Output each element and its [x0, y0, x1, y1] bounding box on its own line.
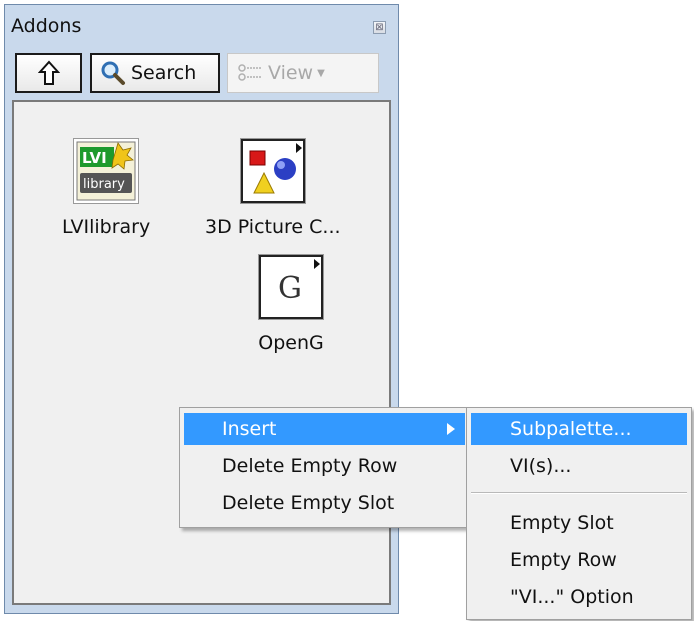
3d-picture-icon [239, 138, 306, 204]
up-arrow-icon [37, 60, 60, 85]
submenu-arrow-icon [447, 423, 455, 435]
menu-separator [471, 492, 687, 494]
submenu-item-vis[interactable]: VI(s)... [471, 450, 687, 482]
submenu-item-empty-row[interactable]: Empty Row [471, 544, 687, 576]
menu-item-label: VI(s)... [510, 455, 572, 477]
menu-item-label: Delete Empty Row [222, 455, 398, 477]
close-icon[interactable]: ⊠ [373, 21, 386, 34]
submenu-item-vi-option[interactable]: "VI..." Option [471, 581, 687, 613]
menu-item-label: Subpalette... [510, 418, 632, 440]
search-button[interactable]: Search [90, 53, 220, 93]
palette-item-label: 3D Picture C... [205, 216, 341, 238]
menu-item-delete-empty-slot[interactable]: Delete Empty Slot [184, 487, 465, 519]
svg-text:G: G [278, 271, 302, 306]
view-label: View [268, 62, 314, 84]
context-menu: Insert Delete Empty Row Delete Empty Slo… [179, 407, 470, 528]
palette-content[interactable]: LVI library LVIlibrary 3D Picture C... G… [12, 100, 391, 605]
palette-item-openg[interactable]: G OpenG [258, 254, 324, 354]
submenu-item-empty-slot[interactable]: Empty Slot [471, 507, 687, 539]
menu-item-label: Delete Empty Slot [222, 492, 395, 514]
menu-item-label: Empty Row [510, 549, 617, 571]
insert-submenu: Subpalette... VI(s)... Empty Slot Empty … [466, 407, 692, 620]
dropdown-caret-icon: ▼ [317, 67, 325, 79]
menu-item-label: Insert [222, 418, 277, 440]
submenu-item-subpalette[interactable]: Subpalette... [471, 413, 687, 445]
view-list-icon [238, 64, 261, 81]
menu-item-label: "VI..." Option [510, 586, 634, 608]
palette-toolbar: Search View ▼ [15, 53, 387, 93]
menu-item-delete-empty-row[interactable]: Delete Empty Row [184, 450, 465, 482]
palette-item-3d-picture[interactable]: 3D Picture C... [205, 138, 341, 238]
menu-item-label: Empty Slot [510, 512, 614, 534]
palette-item-lvilibrary[interactable]: LVI library LVIlibrary [62, 138, 150, 238]
svg-text:LVI: LVI [82, 149, 107, 167]
up-button[interactable] [15, 53, 82, 93]
lvi-library-icon: LVI library [73, 138, 140, 204]
magnifier-icon [101, 61, 125, 85]
view-button[interactable]: View ▼ [227, 53, 379, 93]
openg-icon: G [258, 254, 324, 320]
title-bar[interactable]: Addons ⊠ [5, 5, 398, 47]
palette-item-label: OpenG [258, 332, 324, 354]
svg-text:library: library [83, 177, 125, 192]
menu-item-insert[interactable]: Insert [184, 413, 465, 445]
window-title: Addons [11, 15, 82, 37]
palette-item-label: LVIlibrary [62, 216, 151, 238]
search-label: Search [131, 62, 197, 84]
